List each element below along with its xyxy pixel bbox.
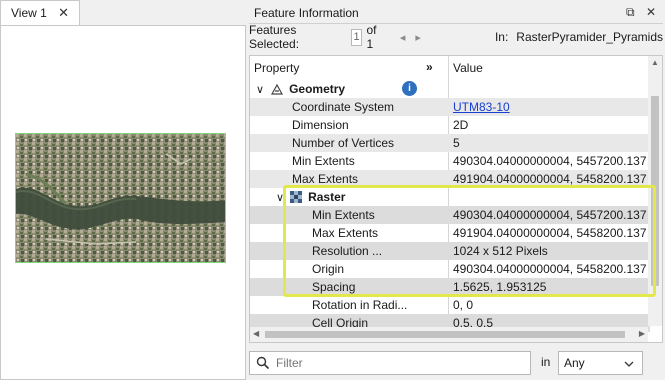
table-row[interactable]: Number of Vertices 5 [250,134,650,152]
geometry-group-cell: ∨ Geometry i [250,80,448,98]
property-cell: Number of Vertices [292,136,395,150]
geometry-group-row[interactable]: ∨ Geometry i [250,80,650,98]
col-property-header[interactable]: Property [250,59,448,77]
chevron-down-icon [624,361,634,367]
view-tab-label: View 1 [11,6,47,20]
search-icon [256,356,270,370]
value-cell: 0, 0 [453,298,474,312]
next-icon[interactable]: ▸ [415,31,421,44]
geometry-label: Geometry [289,82,346,96]
info-icon[interactable]: i [402,81,417,96]
table-row[interactable]: Min Extents 490304.04000000004, 5457200.… [250,152,650,170]
value-cell: 2D [453,118,469,132]
horizontal-scrollbar[interactable]: ◀ ▶ [250,327,648,342]
property-cell: Coordinate System [292,100,395,114]
filter-field[interactable] [249,351,531,375]
grid-header: Property » Value [250,58,650,78]
view-tab[interactable]: View 1 ✕ [0,0,80,25]
col-value-header[interactable]: Value [453,59,650,77]
selected-index-field[interactable]: 1 [350,28,363,46]
of-count-label: of 1 [366,23,377,51]
feature-info-header: Feature Information ⧉ ✕ [249,2,663,24]
raster-highlight-box [283,185,656,297]
coordinate-system-link[interactable]: UTM83-10 [453,100,510,114]
horizontal-scroll-thumb[interactable] [265,331,625,338]
panel-title: Feature Information [254,5,359,20]
value-cell: 490304.04000000004, 5457200.137 [453,154,647,168]
scroll-up-icon[interactable]: ▲ [651,58,659,67]
scope-select[interactable]: Any [558,351,643,375]
in-label: In: [494,30,509,44]
table-row[interactable]: Rotation in Radi... 0, 0 [250,296,650,314]
geometry-icon [271,83,284,95]
filter-input[interactable] [276,356,516,370]
selection-row: Features Selected: 1 of 1 ◂ ▸ In: Raster… [249,23,663,51]
prev-icon[interactable]: ◂ [400,31,406,44]
expand-geometry-icon[interactable]: ∨ [256,83,264,96]
scroll-left-icon[interactable]: ◀ [253,329,259,338]
property-cell: Rotation in Radi... [312,298,408,312]
table-row[interactable]: Dimension 2D [250,116,650,134]
close-panel-icon[interactable]: ✕ [646,5,656,19]
raster-image [15,133,226,263]
close-icon[interactable]: ✕ [58,5,69,21]
property-cell: Min Extents [292,154,355,168]
in-value: RasterPyramider_Pyramids [516,30,663,44]
in-filter-label: in [541,355,551,369]
features-selected-label: Features Selected: [249,23,300,51]
property-cell: Dimension [292,118,349,132]
scroll-right-icon[interactable]: ▶ [639,329,645,338]
scope-select-value: Any [564,356,585,370]
expand-columns-icon[interactable]: » [426,60,433,74]
table-row[interactable]: Coordinate System UTM83-10 [250,98,650,116]
value-cell: 5 [453,136,460,150]
float-icon[interactable]: ⧉ [626,5,635,20]
